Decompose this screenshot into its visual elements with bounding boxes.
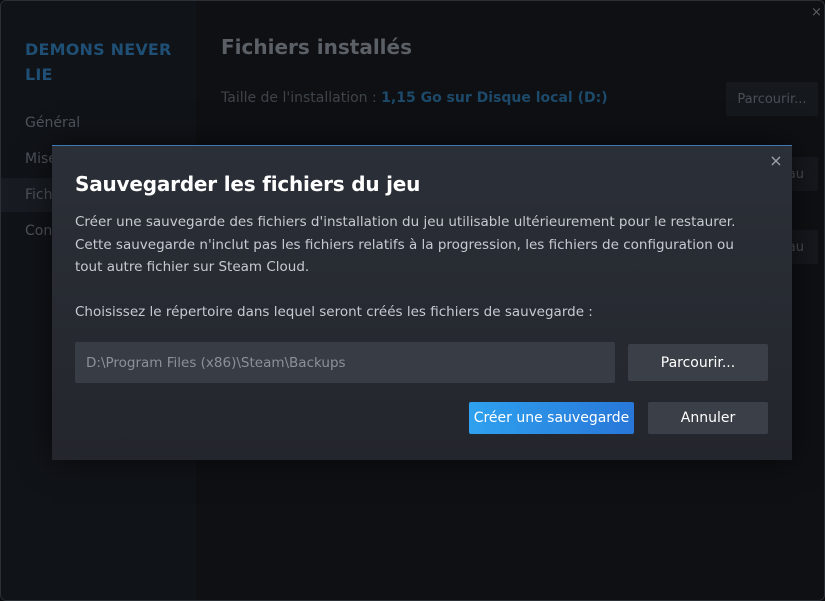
browse-button[interactable]: Parcourir... <box>628 344 768 381</box>
backup-path-input[interactable] <box>75 342 615 383</box>
sidebar-item-general[interactable]: Général <box>25 115 80 131</box>
sidebar-item-installed-files[interactable]: Fich <box>25 187 53 203</box>
install-size-label: Taille de l'installation : <box>221 90 382 106</box>
dialog-description: Créer une sauvegarde des fichiers d'inst… <box>75 214 736 275</box>
backup-dialog: × Sauvegarder les fichiers du jeu Créer … <box>52 145 792 460</box>
game-title: DEMONS NEVER LIE <box>25 40 172 84</box>
sidebar-item-controller[interactable]: Con <box>25 223 52 239</box>
window-close-icon[interactable]: × <box>811 5 822 20</box>
directory-label: Choisissez le répertoire dans lequel ser… <box>75 304 593 320</box>
steam-properties-window: DEMONS NEVER LIE Général Mise Fich Con F… <box>0 0 825 601</box>
cancel-button[interactable]: Annuler <box>648 402 768 434</box>
bg-browse-button[interactable]: Parcourir... <box>726 82 818 116</box>
page-title: Fichiers installés <box>221 35 412 59</box>
dialog-title: Sauvegarder les fichiers du jeu <box>75 172 421 196</box>
install-size-text: Taille de l'installation : 1,15 Go sur D… <box>221 90 608 106</box>
dialog-close-icon[interactable]: × <box>769 153 783 169</box>
install-size-value: 1,15 Go sur Disque local (D:) <box>381 90 608 106</box>
create-backup-button[interactable]: Créer une sauvegarde <box>469 402 634 434</box>
